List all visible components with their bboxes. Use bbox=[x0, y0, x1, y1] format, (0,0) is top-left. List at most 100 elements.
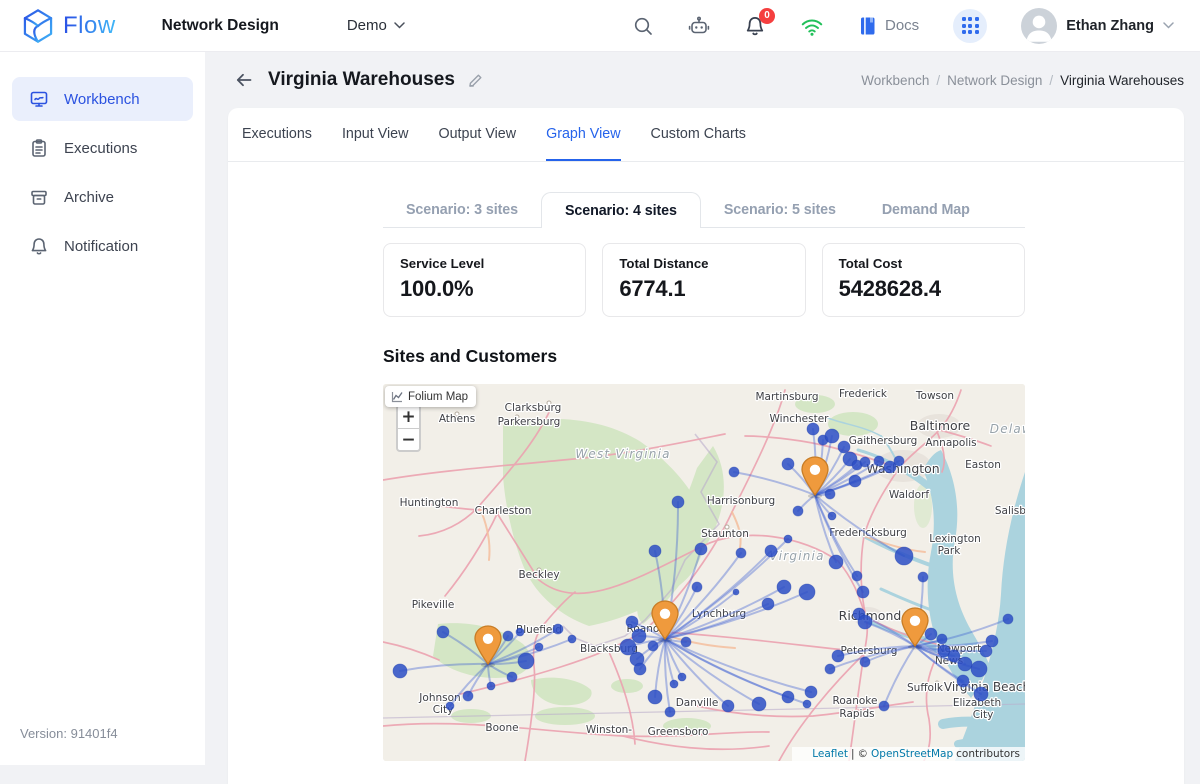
search-button[interactable] bbox=[632, 15, 654, 37]
customer-marker[interactable] bbox=[860, 457, 870, 467]
tab-demand-map[interactable]: Demand Map bbox=[859, 192, 993, 227]
customer-marker[interactable] bbox=[803, 700, 811, 708]
customer-marker[interactable] bbox=[516, 628, 524, 636]
assistant-button[interactable] bbox=[688, 15, 710, 37]
folium-map-badge[interactable]: Folium Map bbox=[385, 386, 476, 407]
customer-marker[interactable] bbox=[634, 663, 646, 675]
zoom-in-button[interactable]: + bbox=[398, 406, 419, 428]
customer-marker[interactable] bbox=[782, 691, 794, 703]
customer-marker[interactable] bbox=[829, 555, 843, 569]
tab-scenario-5-sites[interactable]: Scenario: 5 sites bbox=[701, 192, 859, 227]
customer-marker[interactable] bbox=[393, 664, 407, 678]
customer-marker[interactable] bbox=[858, 615, 872, 629]
connection-status[interactable] bbox=[800, 15, 824, 37]
customer-marker[interactable] bbox=[722, 700, 734, 712]
customer-marker[interactable] bbox=[503, 631, 513, 641]
customer-marker[interactable] bbox=[777, 580, 791, 594]
customer-marker[interactable] bbox=[784, 535, 792, 543]
customer-marker[interactable] bbox=[765, 545, 777, 557]
tab-scenario-3-sites[interactable]: Scenario: 3 sites bbox=[383, 192, 541, 227]
customer-marker[interactable] bbox=[828, 512, 836, 520]
customer-marker[interactable] bbox=[894, 456, 904, 466]
customer-marker[interactable] bbox=[807, 423, 819, 435]
customer-marker[interactable] bbox=[860, 657, 870, 667]
leaflet-link[interactable]: Leaflet bbox=[812, 748, 848, 760]
docs-button[interactable]: Docs bbox=[858, 16, 919, 36]
customer-marker[interactable] bbox=[632, 629, 646, 643]
openstreetmap-link[interactable]: OpenStreetMap bbox=[871, 748, 953, 760]
customer-marker[interactable] bbox=[948, 650, 960, 662]
customer-marker[interactable] bbox=[849, 475, 861, 487]
customer-marker[interactable] bbox=[879, 701, 889, 711]
customer-marker[interactable] bbox=[665, 707, 675, 717]
folium-map[interactable]: ClarksburgAthensParkersburgMartinsburgFr… bbox=[383, 384, 1025, 761]
customer-marker[interactable] bbox=[1003, 614, 1013, 624]
customer-marker[interactable] bbox=[649, 545, 661, 557]
customer-marker[interactable] bbox=[895, 547, 913, 565]
apps-menu-button[interactable] bbox=[953, 9, 987, 43]
customer-marker[interactable] bbox=[729, 467, 739, 477]
customer-marker[interactable] bbox=[626, 616, 638, 628]
sidebar-item-archive[interactable]: Archive bbox=[12, 175, 193, 219]
edit-title-button[interactable] bbox=[467, 72, 484, 89]
customer-marker[interactable] bbox=[648, 641, 658, 651]
customer-marker[interactable] bbox=[825, 664, 835, 674]
workspace-selector[interactable]: Demo bbox=[347, 17, 405, 34]
customer-marker[interactable] bbox=[553, 624, 563, 634]
tab-output-view[interactable]: Output View bbox=[438, 108, 516, 161]
customer-marker[interactable] bbox=[918, 572, 928, 582]
tab-scenario-4-sites[interactable]: Scenario: 4 sites bbox=[541, 192, 701, 228]
customer-marker[interactable] bbox=[518, 653, 534, 669]
customer-marker[interactable] bbox=[857, 586, 869, 598]
customer-marker[interactable] bbox=[958, 657, 972, 671]
customer-marker[interactable] bbox=[437, 626, 449, 638]
customer-marker[interactable] bbox=[736, 548, 746, 558]
breadcrumb-network-design[interactable]: Network Design bbox=[947, 73, 1042, 88]
customer-marker[interactable] bbox=[852, 571, 862, 581]
customer-marker[interactable] bbox=[535, 643, 543, 651]
customer-marker[interactable] bbox=[672, 496, 684, 508]
customer-marker[interactable] bbox=[957, 675, 969, 687]
customer-marker[interactable] bbox=[974, 687, 988, 701]
customer-marker[interactable] bbox=[678, 673, 686, 681]
customer-marker[interactable] bbox=[937, 634, 947, 644]
customer-marker[interactable] bbox=[507, 672, 517, 682]
customer-marker[interactable] bbox=[986, 635, 998, 647]
customer-marker[interactable] bbox=[446, 702, 454, 710]
customer-marker[interactable] bbox=[681, 637, 691, 647]
tab-graph-view[interactable]: Graph View bbox=[546, 108, 620, 161]
customer-marker[interactable] bbox=[487, 682, 495, 690]
tab-custom-charts[interactable]: Custom Charts bbox=[651, 108, 746, 161]
zoom-out-button[interactable]: − bbox=[398, 428, 419, 450]
customer-marker[interactable] bbox=[568, 635, 576, 643]
customer-marker[interactable] bbox=[762, 598, 774, 610]
back-button[interactable] bbox=[231, 67, 257, 93]
customer-marker[interactable] bbox=[782, 458, 794, 470]
user-menu[interactable]: Ethan Zhang bbox=[1021, 8, 1174, 44]
customer-marker[interactable] bbox=[971, 661, 987, 677]
app-logo[interactable]: Flow bbox=[22, 9, 116, 43]
customer-marker[interactable] bbox=[874, 456, 884, 466]
customer-marker[interactable] bbox=[805, 686, 817, 698]
tab-executions[interactable]: Executions bbox=[242, 108, 312, 161]
customer-marker[interactable] bbox=[752, 697, 766, 711]
customer-marker[interactable] bbox=[793, 506, 803, 516]
sidebar-item-workbench[interactable]: Workbench bbox=[12, 77, 193, 121]
customer-marker[interactable] bbox=[799, 584, 815, 600]
customer-marker[interactable] bbox=[832, 650, 844, 662]
customer-marker[interactable] bbox=[670, 680, 678, 688]
customer-marker[interactable] bbox=[463, 691, 473, 701]
customer-marker[interactable] bbox=[825, 489, 835, 499]
customer-marker[interactable] bbox=[838, 441, 850, 453]
customer-marker[interactable] bbox=[825, 429, 839, 443]
breadcrumb-workbench[interactable]: Workbench bbox=[861, 73, 929, 88]
customer-marker[interactable] bbox=[925, 628, 937, 640]
tab-input-view[interactable]: Input View bbox=[342, 108, 409, 161]
customer-marker[interactable] bbox=[692, 582, 702, 592]
customer-marker[interactable] bbox=[733, 589, 739, 595]
notifications-button[interactable]: 0 bbox=[744, 15, 766, 37]
customer-marker[interactable] bbox=[648, 690, 662, 704]
customer-marker[interactable] bbox=[695, 543, 707, 555]
sidebar-item-executions[interactable]: Executions bbox=[12, 126, 193, 170]
sidebar-item-notification[interactable]: Notification bbox=[12, 224, 193, 268]
